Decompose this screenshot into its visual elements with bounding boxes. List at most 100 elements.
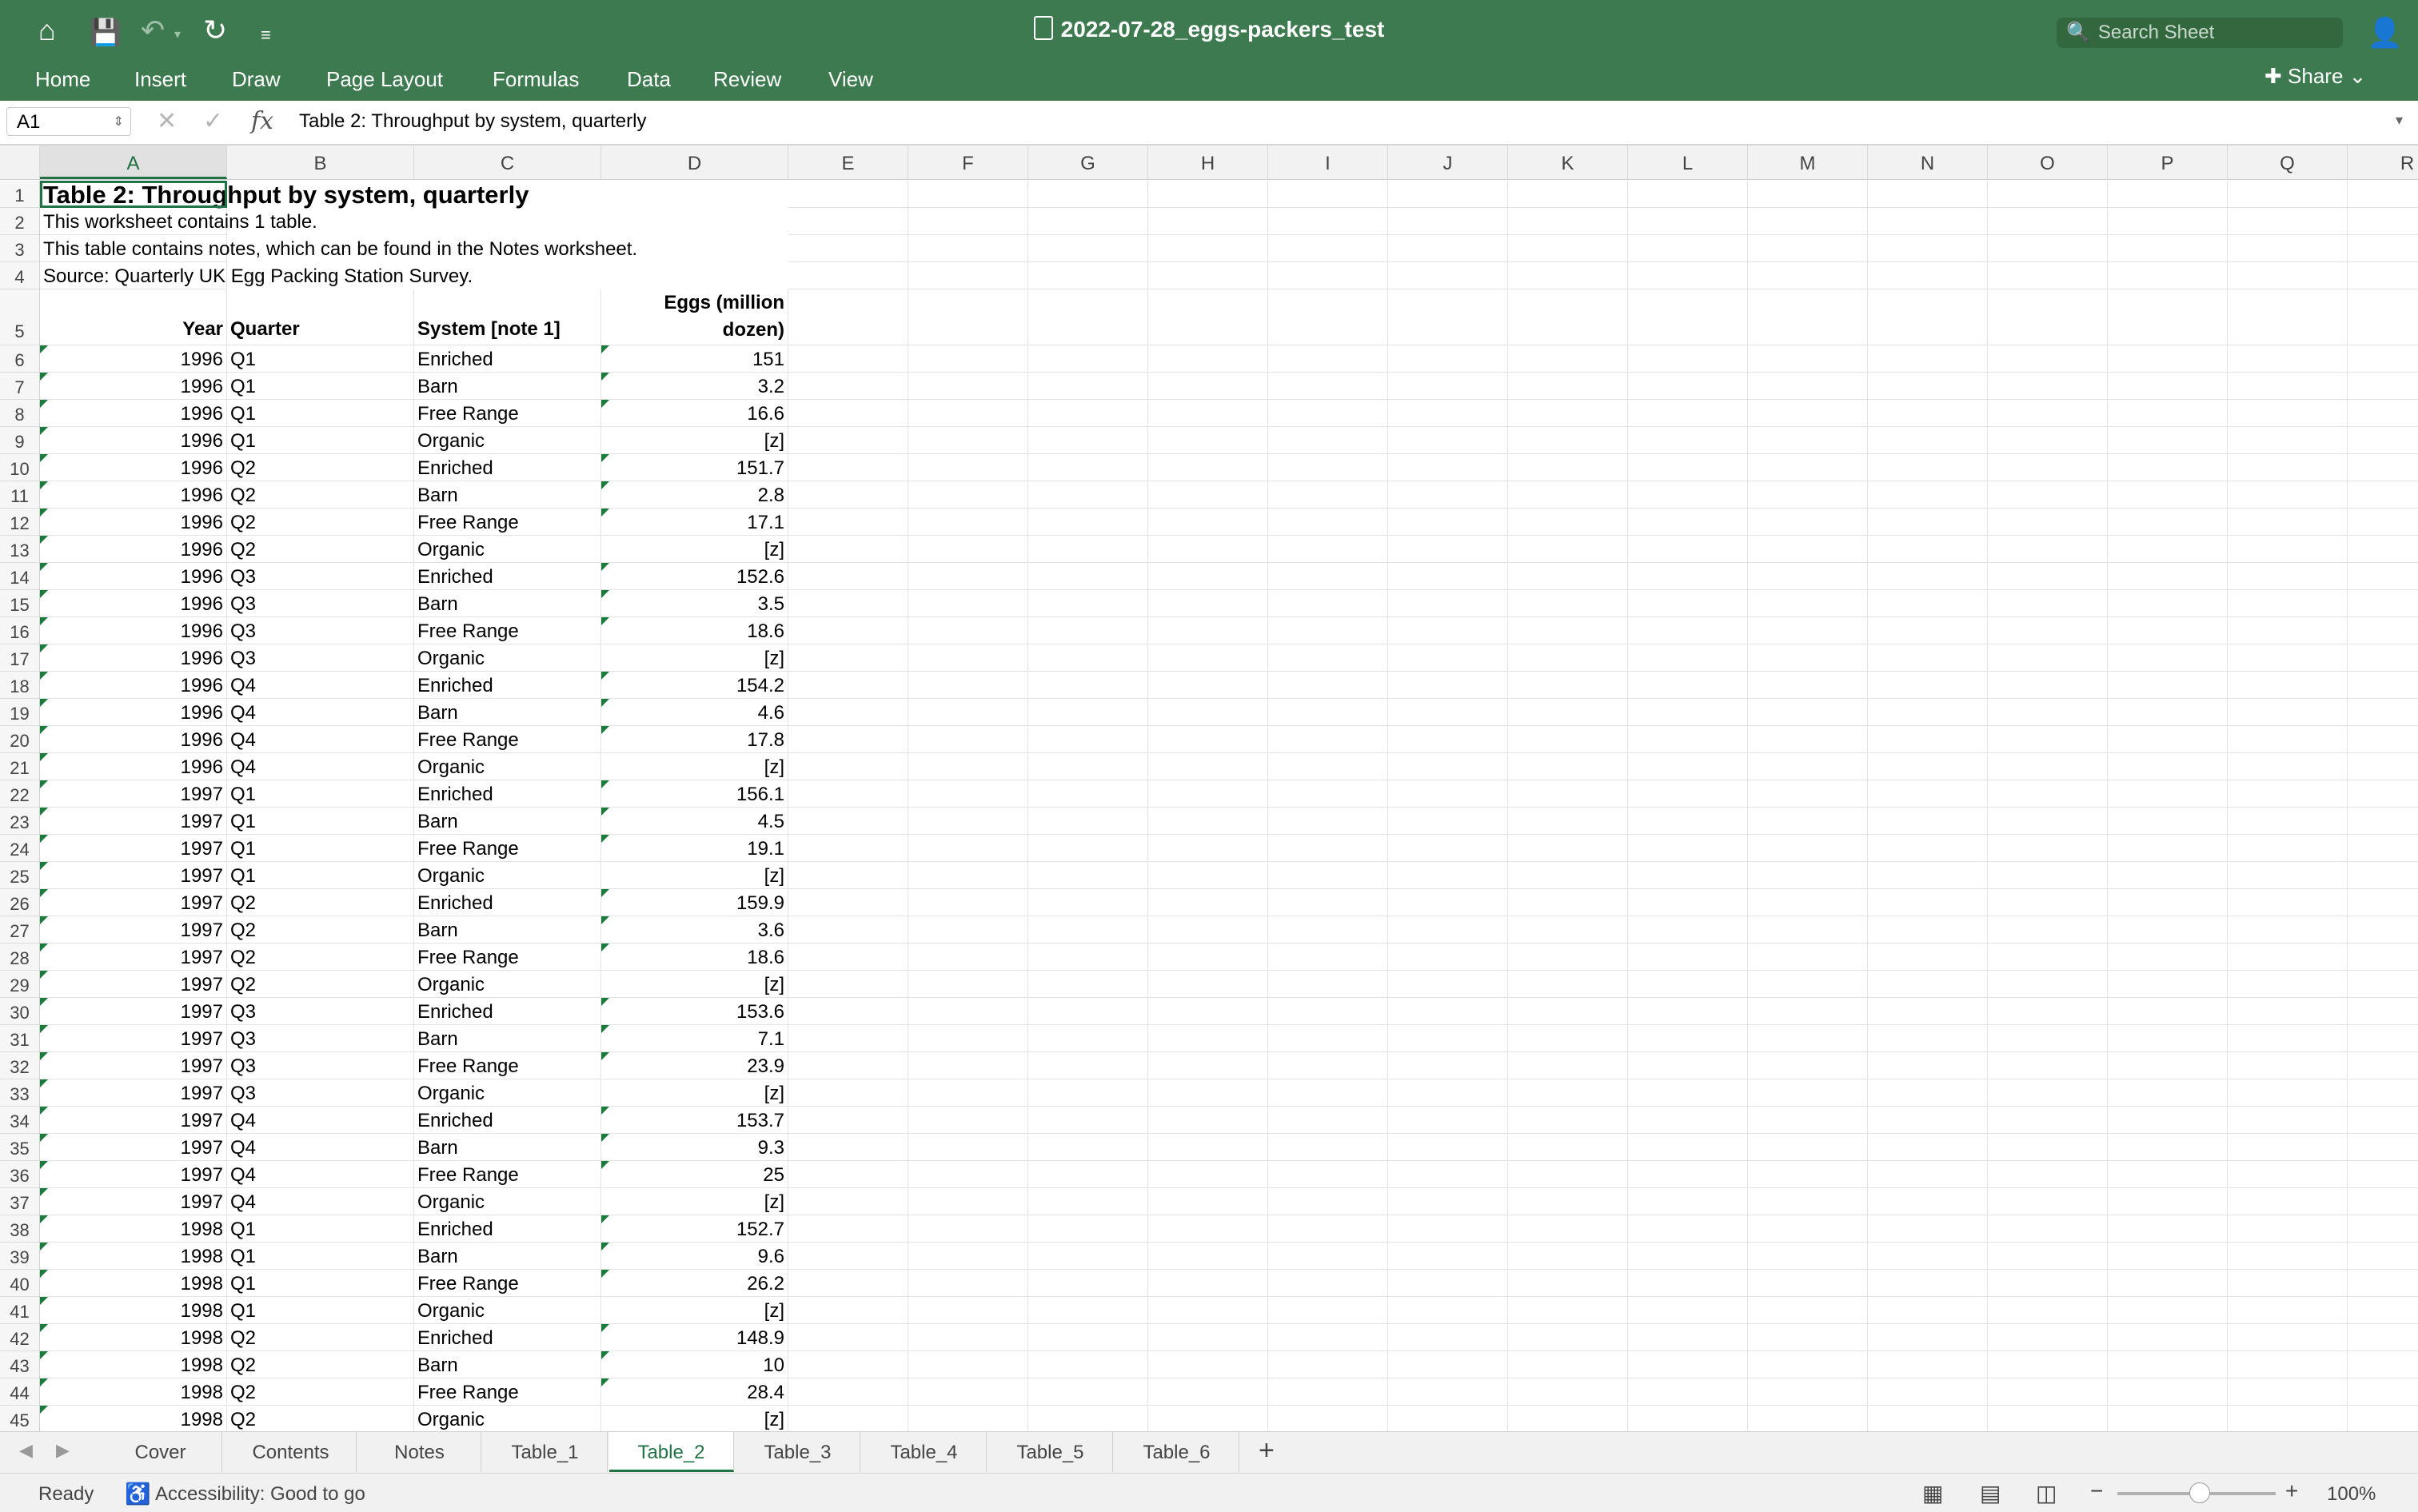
cell-eggs[interactable]: 17.8 — [601, 726, 788, 753]
empty-cell[interactable] — [1028, 235, 1148, 262]
empty-cell[interactable] — [788, 427, 908, 454]
cancel-icon[interactable]: ✕ — [157, 107, 177, 135]
accessibility-status[interactable]: Accessibility: Good to go — [155, 1483, 365, 1506]
empty-cell[interactable] — [1628, 400, 1748, 427]
empty-cell[interactable] — [1628, 590, 1748, 617]
note-source[interactable]: Source: Quarterly UK Egg Packing Station… — [40, 262, 473, 289]
empty-cell[interactable] — [1868, 808, 1988, 835]
empty-cell[interactable] — [788, 208, 908, 235]
empty-cell[interactable] — [2348, 862, 2418, 889]
cell-system[interactable]: Organic — [414, 644, 601, 672]
empty-cell[interactable] — [2108, 1161, 2228, 1188]
empty-cell[interactable] — [1028, 1215, 1148, 1243]
row-header[interactable]: 23 — [0, 808, 40, 835]
empty-cell[interactable] — [1508, 563, 1628, 590]
empty-cell[interactable] — [788, 617, 908, 644]
empty-cell[interactable] — [1868, 1025, 1988, 1052]
empty-cell[interactable] — [1028, 208, 1148, 235]
empty-cell[interactable] — [788, 726, 908, 753]
empty-cell[interactable] — [2108, 400, 2228, 427]
empty-cell[interactable] — [1388, 835, 1508, 862]
column-header-r[interactable]: R — [2348, 146, 2418, 179]
empty-cell[interactable] — [788, 400, 908, 427]
empty-cell[interactable] — [1508, 1378, 1628, 1406]
cell-year[interactable]: 1997 — [40, 835, 227, 862]
empty-cell[interactable] — [788, 944, 908, 971]
empty-cell[interactable] — [1028, 481, 1148, 509]
empty-cell[interactable] — [2228, 208, 2348, 235]
empty-cell[interactable] — [2108, 235, 2228, 262]
empty-cell[interactable] — [1628, 563, 1748, 590]
tab-page-layout[interactable]: Page Layout — [326, 67, 443, 92]
cell-quarter[interactable]: Q4 — [227, 726, 414, 753]
cell-quarter[interactable]: Q2 — [227, 916, 414, 944]
sheet-tab-contents[interactable]: Contents — [225, 1432, 357, 1472]
empty-cell[interactable] — [2348, 780, 2418, 808]
empty-cell[interactable] — [1028, 1107, 1148, 1134]
cell-system[interactable]: Free Range — [414, 509, 601, 536]
cell-system[interactable]: Barn — [414, 1351, 601, 1378]
empty-cell[interactable] — [1628, 536, 1748, 563]
empty-cell[interactable] — [908, 181, 1028, 208]
empty-cell[interactable] — [1268, 454, 1388, 481]
empty-cell[interactable] — [1508, 1243, 1628, 1270]
cell-year[interactable]: 1998 — [40, 1215, 227, 1243]
empty-cell[interactable] — [2348, 1161, 2418, 1188]
cell-eggs[interactable]: 25 — [601, 1161, 788, 1188]
empty-cell[interactable] — [1628, 481, 1748, 509]
empty-cell[interactable] — [908, 536, 1028, 563]
empty-cell[interactable] — [2108, 916, 2228, 944]
empty-cell[interactable] — [2228, 672, 2348, 699]
empty-cell[interactable] — [2228, 1079, 2348, 1107]
empty-cell[interactable] — [1628, 1161, 1748, 1188]
empty-cell[interactable] — [2348, 400, 2418, 427]
cell-year[interactable]: 1997 — [40, 808, 227, 835]
empty-cell[interactable] — [1148, 262, 1268, 289]
cell-quarter[interactable]: Q4 — [227, 699, 414, 726]
empty-cell[interactable] — [1868, 1188, 1988, 1215]
empty-cell[interactable] — [1148, 1270, 1268, 1297]
empty-cell[interactable] — [1868, 753, 1988, 780]
column-header-m[interactable]: M — [1748, 146, 1868, 179]
cell-quarter[interactable]: Q2 — [227, 889, 414, 916]
empty-cell[interactable] — [1388, 181, 1508, 208]
empty-cell[interactable] — [1148, 181, 1268, 208]
empty-cell[interactable] — [2348, 808, 2418, 835]
row-header[interactable]: 5 — [0, 289, 40, 345]
empty-cell[interactable] — [1868, 400, 1988, 427]
empty-cell[interactable] — [1748, 400, 1868, 427]
empty-cell[interactable] — [908, 780, 1028, 808]
empty-cell[interactable] — [1388, 373, 1508, 400]
cell-quarter[interactable]: Q3 — [227, 998, 414, 1025]
cell-eggs[interactable]: 9.6 — [601, 1243, 788, 1270]
empty-cell[interactable] — [1868, 672, 1988, 699]
empty-cell[interactable] — [1148, 971, 1268, 998]
empty-cell[interactable] — [1988, 181, 2108, 208]
empty-cell[interactable] — [1748, 1215, 1868, 1243]
empty-cell[interactable] — [2228, 235, 2348, 262]
empty-cell[interactable] — [1628, 1134, 1748, 1161]
cell-quarter[interactable]: Q1 — [227, 1297, 414, 1324]
empty-cell[interactable] — [1508, 617, 1628, 644]
empty-cell[interactable] — [1268, 289, 1388, 345]
empty-cell[interactable] — [1268, 481, 1388, 509]
empty-cell[interactable] — [788, 1406, 908, 1431]
empty-cell[interactable] — [1028, 726, 1148, 753]
empty-cell[interactable] — [2228, 536, 2348, 563]
function-icon[interactable]: fx — [251, 107, 273, 135]
empty-cell[interactable] — [1268, 181, 1388, 208]
empty-cell[interactable] — [1028, 1270, 1148, 1297]
empty-cell[interactable] — [1508, 181, 1628, 208]
empty-cell[interactable] — [788, 1188, 908, 1215]
empty-cell[interactable] — [1388, 944, 1508, 971]
empty-cell[interactable] — [1988, 1052, 2108, 1079]
empty-cell[interactable] — [2108, 590, 2228, 617]
empty-cell[interactable] — [788, 1161, 908, 1188]
cell-system[interactable]: Free Range — [414, 835, 601, 862]
cell-eggs[interactable]: 151.7 — [601, 454, 788, 481]
empty-cell[interactable] — [908, 1161, 1028, 1188]
empty-cell[interactable] — [908, 509, 1028, 536]
cell-quarter[interactable]: Q1 — [227, 1215, 414, 1243]
empty-cell[interactable] — [1508, 427, 1628, 454]
empty-cell[interactable] — [908, 862, 1028, 889]
